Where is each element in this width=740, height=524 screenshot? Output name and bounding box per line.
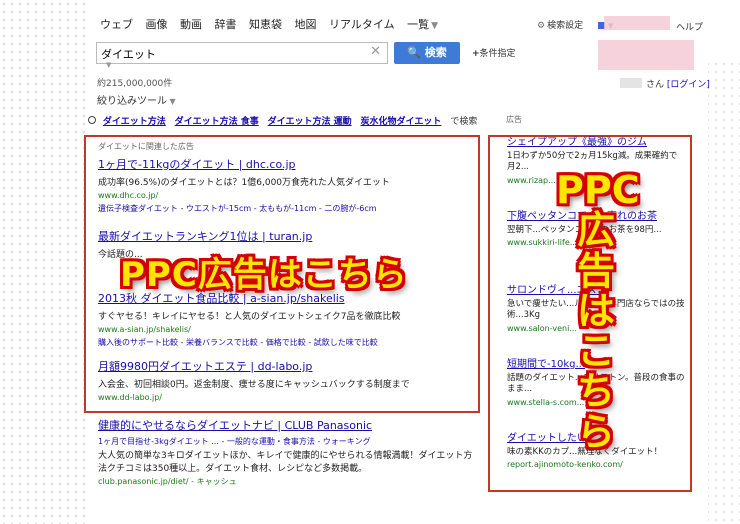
chevron-down-icon[interactable]: ▼ <box>106 61 111 69</box>
related-link[interactable]: 炭水化物ダイエット <box>361 117 442 127</box>
ppc-overlay-line: ら <box>576 409 615 454</box>
search-icon <box>88 116 96 124</box>
ads-header: ダイエットに関連した広告 <box>98 142 194 151</box>
advanced-search-label: 条件指定 <box>479 49 516 59</box>
chevron-down-icon[interactable]: ▼ <box>431 21 438 31</box>
related-link[interactable]: ダイエット方法 <box>103 117 166 127</box>
nav-map[interactable]: 地図 <box>295 18 317 31</box>
ad-item: 1ヶ月で-11kgのダイエット | dhc.co.jp 成功率(96.5%)のダ… <box>98 156 470 214</box>
ad-url: report.ajinomoto-kenko.com/ <box>507 460 623 470</box>
result-url[interactable]: club.panasonic.jp/diet/ - キャッシュ <box>98 476 478 487</box>
nav-more[interactable]: 一覧 <box>407 18 429 31</box>
gear-icon: ⚙ <box>537 21 546 31</box>
search-button[interactable]: 🔍 検索 <box>394 42 460 64</box>
ad-item: 月額9980円ダイエットエステ | dd-labo.jp 入会金、初回相談0円。… <box>98 358 470 405</box>
search-settings-label: 検索設定 <box>547 21 584 31</box>
right-ads-header: 広告 <box>506 115 522 124</box>
search-settings[interactable]: ⚙検索設定 ▼ <box>537 18 613 31</box>
result-sitelinks[interactable]: 1ヶ月で目指せ-3kgダイエット ... - 一般的な運動・食事方法 - ウォー… <box>98 436 478 447</box>
search-button-label: 検索 <box>424 46 447 59</box>
related-link[interactable]: ダイエット方法 運動 <box>268 117 352 127</box>
help-link[interactable]: ヘルプ <box>676 20 703 33</box>
ad-title[interactable]: シェイプアップ《最強》のジム <box>507 133 685 148</box>
ad-description: 成功率(96.5%)のダイエットとは？1億6,000万食売れた人気ダイエット <box>98 178 390 188</box>
advanced-search-link[interactable]: +条件指定 <box>472 46 516 59</box>
nav-realtime[interactable]: リアルタイム <box>329 18 395 31</box>
result-title[interactable]: 健康的にやせるならダイエットナビ | CLUB Panasonic <box>98 417 478 433</box>
ppc-overlay-left: PPC広告はこちら <box>120 255 408 295</box>
ad-title[interactable]: 最新ダイエットランキング1位は | turan.jp <box>98 228 470 244</box>
blurred-username <box>604 16 670 30</box>
ppc-overlay-line: ち <box>576 369 615 414</box>
ad-title[interactable]: 1ヶ月で-11kgのダイエット | dhc.co.jp <box>98 156 470 172</box>
user-suffix: さん <box>646 80 665 90</box>
ad-title[interactable]: 月額9980円ダイエットエステ | dd-labo.jp <box>98 358 470 374</box>
ppc-overlay-line: 告 <box>576 248 615 293</box>
blurred-user-info <box>598 40 694 70</box>
ppc-overlay-line: は <box>576 288 615 333</box>
search-box[interactable]: ✕ <box>96 42 388 64</box>
result-description: 大人気の簡単な3キロダイエットほか、キレイで健康的にやせられる情報満載！ダイエッ… <box>98 451 473 475</box>
ad-url: www.dhc.co.jp/ <box>98 191 159 200</box>
search-input[interactable] <box>97 45 351 63</box>
search-icon: 🔍 <box>407 46 421 59</box>
related-suffix: で検索 <box>450 117 478 127</box>
ad-url: www.dd-labo.jp/ <box>98 393 162 402</box>
ppc-overlay-line: 広 <box>576 208 615 253</box>
related-link[interactable]: ダイエット方法 食事 <box>175 117 259 127</box>
results-count: 約215,000,000件 <box>97 79 173 89</box>
ad-url: www.a-sian.jp/shakelis/ <box>98 325 191 334</box>
ad-description: すぐヤセる！キレイにヤセる！と人気のダイエットシェイク7品を徹底比較 <box>98 312 401 322</box>
filter-tools-label: 絞り込みツール <box>97 96 167 107</box>
ppc-overlay-right: PPC 広 告 は こ ち ら <box>556 168 640 454</box>
ad-description: 入会金、初回相談0円。返金制度、痩せる度にキャッシュバックする制度まで <box>98 380 410 390</box>
ad-sitelinks[interactable]: 遺伝子検査ダイエット - ウエストが-15cm - 太ももが-11cm - 二の… <box>98 203 470 214</box>
login-link[interactable]: [ログイン] <box>667 80 710 90</box>
vertical-nav: ウェブ 画像 動画 辞書 知恵袋 地図 リアルタイム 一覧 ▼ <box>100 16 447 32</box>
nav-images[interactable]: 画像 <box>146 18 168 31</box>
blurred-name <box>620 78 642 88</box>
ppc-overlay-line: PPC <box>556 168 640 212</box>
ad-item: 2013秋 ダイエット食品比較 | a-sian.jp/shakelis すぐヤ… <box>98 290 470 348</box>
related-searches: ダイエット方法 ダイエット方法 食事 ダイエット方法 運動 炭水化物ダイエット … <box>88 114 477 127</box>
plus-icon: + <box>472 49 480 59</box>
user-status: さん [ログイン] <box>646 77 710 90</box>
organic-result: 健康的にやせるならダイエットナビ | CLUB Panasonic 1ヶ月で目指… <box>98 417 478 487</box>
ad-sitelinks[interactable]: 購入後のサポート比較 - 栄養バランスで比較 - 価格で比較 - 試飲した味で比… <box>98 337 470 348</box>
filter-tools[interactable]: 絞り込みツール ▼ <box>97 92 176 107</box>
nav-chiebukuro[interactable]: 知恵袋 <box>249 18 282 31</box>
close-icon[interactable]: ✕ <box>370 44 381 59</box>
nav-web[interactable]: ウェブ <box>100 18 133 31</box>
nav-dictionary[interactable]: 辞書 <box>215 18 237 31</box>
ppc-overlay-line: こ <box>576 329 615 374</box>
nav-video[interactable]: 動画 <box>180 18 202 31</box>
chevron-down-icon: ▼ <box>167 97 176 106</box>
